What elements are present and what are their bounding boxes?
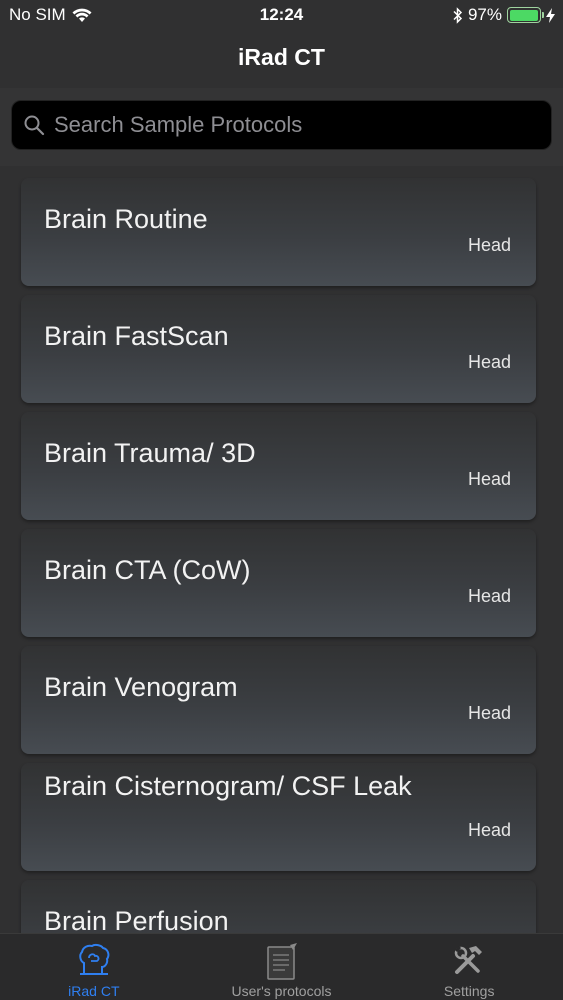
tab-settings[interactable]: Settings (375, 934, 563, 1000)
protocol-card[interactable]: Brain Routine Head (21, 178, 536, 286)
protocol-region-tag: Head (467, 586, 511, 606)
protocol-card[interactable]: Brain Cisternogram/ CSF Leak Head (21, 763, 536, 871)
protocol-name: Brain FastScan (44, 321, 229, 351)
status-bar: No SIM 12:24 97% (0, 0, 563, 32)
nav-title: iRad CT (238, 44, 325, 70)
protocol-region-tag: Head (467, 352, 511, 372)
protocol-region-tag: Head (467, 469, 511, 489)
protocol-name: Brain Cisternogram/ CSF Leak (44, 771, 412, 801)
bluetooth-icon (453, 6, 463, 24)
protocol-card[interactable]: Brain Venogram Head (21, 646, 536, 754)
search-icon (24, 115, 45, 136)
protocol-card[interactable]: Brain CTA (CoW) Head (21, 529, 536, 637)
tab-bar: iRad CT User's protocols Settings (0, 933, 563, 1000)
tab-label: iRad CT (68, 983, 120, 999)
tab-irad-ct[interactable]: iRad CT (0, 934, 188, 1000)
tab-label: User's protocols (231, 983, 332, 999)
protocol-card[interactable]: Brain FastScan Head (21, 295, 536, 403)
protocol-list[interactable]: Brain Routine Head Brain FastScan Head B… (0, 166, 563, 933)
status-right: 97% (453, 5, 555, 25)
protocol-region-tag: Head (467, 820, 511, 840)
navigation-bar: iRad CT (0, 32, 563, 88)
notepad-icon (266, 943, 297, 980)
protocol-name: Brain Routine (44, 204, 208, 234)
battery-fill (509, 9, 538, 21)
protocol-card[interactable]: Brain Trauma/ 3D Head (21, 412, 536, 520)
tools-icon (454, 945, 483, 974)
search-input[interactable] (54, 112, 534, 138)
protocol-region-tag: Head (467, 235, 511, 255)
protocol-name: Brain Trauma/ 3D (44, 438, 256, 468)
protocol-region-tag: Head (467, 703, 511, 723)
protocol-name: Brain CTA (CoW) (44, 555, 251, 585)
battery-icon (507, 7, 544, 23)
protocol-card[interactable]: Brain Perfusion (21, 880, 536, 933)
tab-users-protocols[interactable]: User's protocols (188, 934, 376, 1000)
protocol-name: Brain Venogram (44, 672, 238, 702)
battery-percent: 97% (467, 5, 502, 24)
protocol-name: Brain Perfusion (44, 906, 229, 933)
charging-bolt-icon (546, 7, 555, 23)
brain-icon (79, 943, 110, 975)
search-bar[interactable] (11, 100, 552, 150)
search-bar-container (0, 88, 563, 166)
tab-label: Settings (443, 983, 495, 999)
